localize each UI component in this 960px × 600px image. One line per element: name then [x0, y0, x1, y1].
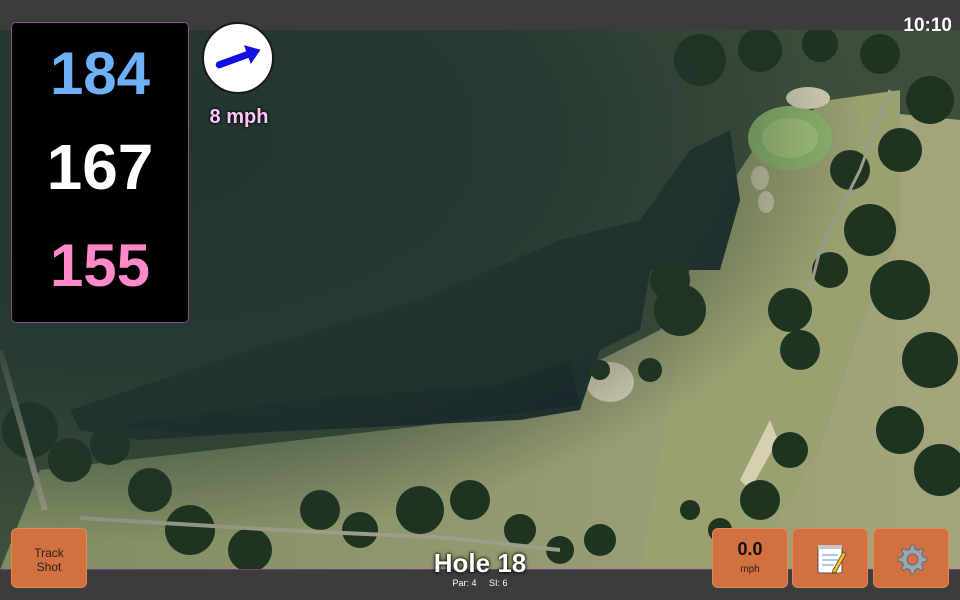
gear-icon [897, 544, 928, 575]
hole-par: Par: 4 [452, 578, 477, 588]
settings-button[interactable] [873, 528, 949, 588]
distance-panel: 184 167 155 [11, 22, 189, 323]
back-distance: 184 [49, 40, 151, 107]
speed-button[interactable]: 0.0 mph [712, 528, 788, 588]
notes-button[interactable] [792, 528, 868, 588]
golf-gps-app: 10:10 184 167 155 8 mph Track Shot Hole … [0, 0, 960, 600]
notepad-icon [817, 545, 846, 574]
speed-value: 0.0 [737, 539, 763, 559]
track-shot-label-line1: Track [34, 546, 64, 560]
center-distance: 167 [46, 131, 154, 203]
track-shot-button[interactable]: Track Shot [11, 528, 87, 588]
wind-arrow-icon [215, 45, 261, 69]
hole-title: Hole 18 [433, 548, 527, 578]
front-distance: 155 [49, 232, 151, 299]
wind-speed: 8 mph [209, 106, 269, 128]
hole-stroke-index: SI: 6 [489, 578, 508, 588]
speed-unit: mph [740, 564, 760, 575]
track-shot-label-line2: Shot [36, 560, 62, 574]
status-clock: 10:10 [903, 15, 952, 36]
hole-meta: Par: 4 SI: 6 [400, 578, 560, 588]
wind-direction-dial [202, 22, 274, 94]
